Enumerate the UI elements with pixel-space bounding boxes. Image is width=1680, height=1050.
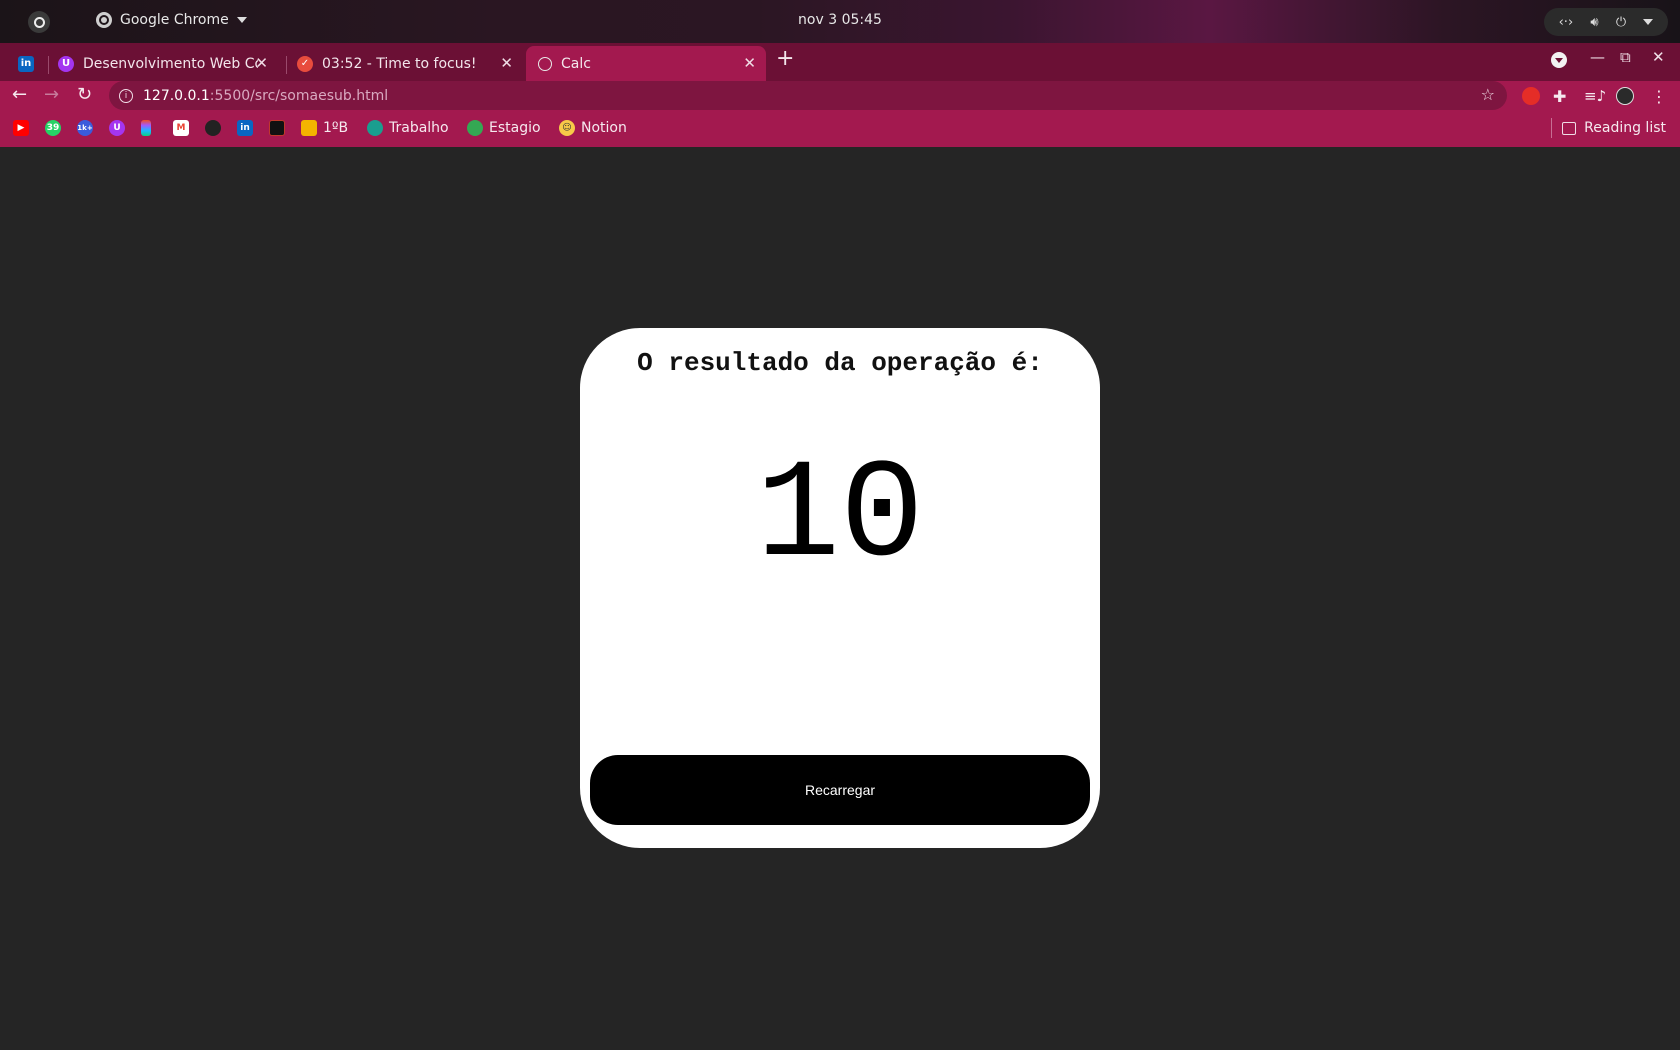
chevron-down-icon bbox=[236, 17, 247, 23]
globe-icon bbox=[538, 56, 552, 71]
drive-icon bbox=[367, 120, 383, 136]
check-circle-icon: ✓ bbox=[297, 55, 313, 72]
linkedin-icon: in bbox=[18, 55, 34, 72]
restore-icon[interactable]: ⧉ bbox=[1620, 48, 1631, 66]
bookmark-1b[interactable]: 1ºB bbox=[301, 120, 348, 136]
window-close-icon[interactable]: ✕ bbox=[1652, 48, 1665, 66]
tab-pomodoro[interactable]: ✓ 03:52 - Time to focus! ✕ bbox=[297, 46, 523, 81]
tab-separator bbox=[48, 56, 49, 74]
result-heading: O resultado da operação é: bbox=[637, 348, 1043, 378]
bookmark-app[interactable] bbox=[269, 120, 285, 136]
emoji-icon: ☺ bbox=[559, 120, 575, 136]
reload-icon[interactable]: ↻ bbox=[77, 84, 92, 105]
back-icon[interactable]: ← bbox=[12, 84, 27, 105]
power-icon: ⏻ bbox=[1615, 14, 1627, 30]
bookmark-figma[interactable] bbox=[141, 120, 151, 136]
system-top-bar: Google Chrome nov 3 05:45 ‹·› 🔊︎ ⏻ bbox=[0, 0, 1680, 43]
tab-strip: in U Desenvolvimento Web Co ✕ ✓ 03:52 - … bbox=[0, 43, 1680, 81]
figma-icon bbox=[141, 120, 151, 136]
whatsapp-icon: 39 bbox=[45, 120, 61, 136]
close-icon[interactable]: ✕ bbox=[743, 54, 756, 72]
chrome-icon bbox=[96, 12, 112, 28]
tab-udemy[interactable]: U Desenvolvimento Web Co ✕ bbox=[58, 46, 278, 81]
bookmark-github[interactable] bbox=[205, 120, 221, 136]
url-host: 127.0.0.1 bbox=[143, 87, 210, 104]
udemy-icon: U bbox=[58, 55, 74, 72]
network-icon: ‹·› bbox=[1558, 14, 1574, 30]
bookmark-notion[interactable]: ☺ Notion bbox=[559, 120, 627, 136]
bookmark-whatsapp[interactable]: 39 bbox=[45, 120, 61, 136]
bookmark-gmail[interactable]: M bbox=[173, 120, 189, 136]
close-icon[interactable]: ✕ bbox=[255, 54, 268, 72]
media-icon[interactable]: ≡♪ bbox=[1584, 87, 1606, 105]
close-icon[interactable]: ✕ bbox=[500, 54, 513, 72]
system-tray[interactable]: ‹·› 🔊︎ ⏻ bbox=[1544, 8, 1668, 36]
drive-icon bbox=[467, 120, 483, 136]
bookmark-label: Estagio bbox=[489, 120, 541, 136]
youtube-icon: ▶ bbox=[13, 120, 29, 136]
tab-search-icon[interactable] bbox=[1551, 52, 1567, 68]
tab-title: Desenvolvimento Web Co bbox=[83, 55, 258, 72]
bookmark-app[interactable]: 1k+ bbox=[77, 120, 93, 136]
bookmark-trabalho[interactable]: Trabalho bbox=[367, 120, 449, 136]
minimize-icon[interactable]: — bbox=[1590, 48, 1605, 66]
bookmark-udemy[interactable]: U bbox=[109, 120, 125, 136]
bookmarks-bar: ▶ 39 1k+ U M in 1ºB Trabalho Estagio ☺ No… bbox=[0, 110, 1680, 147]
tab-linkedin[interactable]: in bbox=[18, 46, 48, 81]
menu-icon[interactable]: ⋮ bbox=[1650, 87, 1668, 106]
udemy-icon: U bbox=[109, 120, 125, 136]
app-name: Google Chrome bbox=[120, 12, 229, 28]
address-bar[interactable]: i 127.0.0.1:5500/src/somaesub.html ☆ bbox=[109, 81, 1507, 110]
bookmark-label: 1ºB bbox=[323, 120, 349, 136]
github-icon bbox=[205, 120, 221, 136]
bookmark-label: Notion bbox=[581, 120, 627, 136]
classroom-icon bbox=[301, 120, 317, 136]
new-tab-button[interactable]: + bbox=[776, 46, 794, 71]
tab-separator bbox=[286, 56, 287, 74]
reload-button[interactable]: Recarregar bbox=[590, 755, 1090, 825]
tab-title: 03:52 - Time to focus! bbox=[322, 55, 477, 72]
bookmark-youtube[interactable]: ▶ bbox=[13, 120, 29, 136]
chevron-down-icon bbox=[1643, 19, 1654, 25]
clock[interactable]: nov 3 05:45 bbox=[780, 12, 900, 28]
divider bbox=[1551, 118, 1552, 138]
result-value: 10 bbox=[755, 438, 925, 597]
app-icon: 1k+ bbox=[77, 120, 93, 136]
app-menu[interactable]: Google Chrome bbox=[96, 12, 247, 28]
activities-button[interactable] bbox=[28, 11, 50, 33]
avatar[interactable] bbox=[1616, 87, 1634, 105]
bookmark-linkedin[interactable]: in bbox=[237, 120, 253, 136]
activities-icon bbox=[33, 16, 45, 28]
puzzle-icon[interactable]: ✚ bbox=[1553, 87, 1571, 106]
extension-icon[interactable] bbox=[1522, 87, 1540, 105]
app-icon bbox=[269, 120, 285, 136]
reading-list-icon bbox=[1562, 121, 1577, 135]
info-icon[interactable]: i bbox=[119, 88, 133, 103]
linkedin-icon: in bbox=[237, 120, 253, 136]
bookmark-label: Trabalho bbox=[389, 120, 449, 136]
gmail-icon: M bbox=[173, 120, 189, 136]
tab-title: Calc bbox=[561, 55, 591, 72]
volume-icon: 🔊︎ bbox=[1590, 14, 1599, 30]
reading-list-button[interactable]: Reading list bbox=[1562, 120, 1666, 136]
forward-icon[interactable]: → bbox=[44, 84, 59, 105]
browser-toolbar: ← → ↻ i 127.0.0.1:5500/src/somaesub.html… bbox=[0, 81, 1680, 110]
result-card: O resultado da operação é: 10 Recarregar bbox=[580, 328, 1100, 848]
tab-calc[interactable]: Calc ✕ bbox=[526, 46, 766, 81]
url-path: :5500/src/somaesub.html bbox=[209, 87, 389, 104]
bookmark-star-icon[interactable]: ☆ bbox=[1481, 85, 1495, 104]
reading-list-label: Reading list bbox=[1584, 120, 1666, 136]
bookmark-estagio[interactable]: Estagio bbox=[467, 120, 541, 136]
